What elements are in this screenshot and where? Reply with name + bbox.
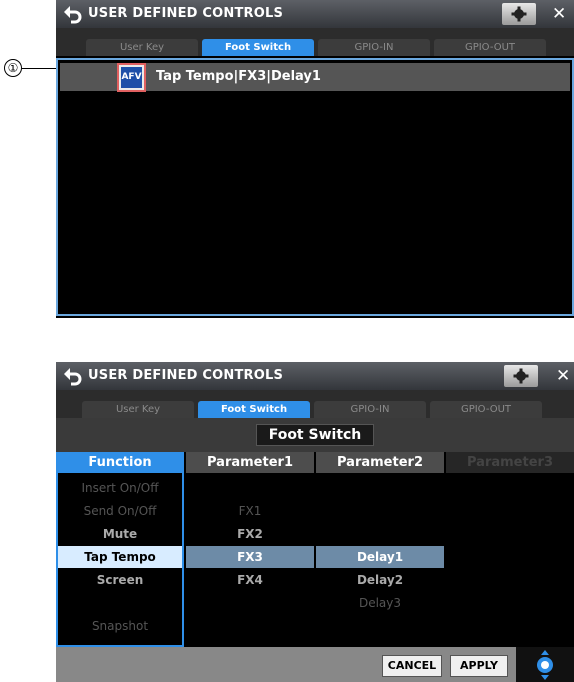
- assignment-list: AFV Tap Tempo|FX3|Delay1: [56, 58, 574, 316]
- tab-user-key[interactable]: User Key: [86, 39, 198, 56]
- parameter1-item-selected[interactable]: FX3: [186, 546, 314, 568]
- editor-screen: USER DEFINED CONTROLS ✕ User Key Foot Sw…: [56, 362, 574, 682]
- function-item[interactable]: Send On/Off: [58, 500, 182, 522]
- close-button[interactable]: ✕: [556, 365, 570, 387]
- afv-badge: AFV: [121, 67, 142, 88]
- function-item[interactable]: Insert On/Off: [58, 477, 182, 499]
- tab-gpio-out[interactable]: GPIO-OUT: [434, 39, 546, 56]
- settings-button[interactable]: [502, 3, 536, 25]
- back-button[interactable]: [62, 3, 84, 25]
- tab-gpio-in[interactable]: GPIO-IN: [318, 39, 430, 56]
- tab-foot-switch[interactable]: Foot Switch: [202, 39, 314, 56]
- parameter2-item-selected[interactable]: Delay1: [316, 546, 444, 568]
- close-icon: ✕: [556, 366, 571, 386]
- parameter1-item[interactable]: FX1: [186, 500, 314, 522]
- close-button[interactable]: ✕: [552, 3, 566, 25]
- column-header-function: Function: [56, 452, 184, 473]
- tab-gpio-out[interactable]: GPIO-OUT: [430, 401, 542, 418]
- function-item[interactable]: Snapshot: [58, 615, 182, 637]
- back-button[interactable]: [62, 365, 84, 387]
- page-title: USER DEFINED CONTROLS: [88, 6, 284, 21]
- list-view-screen: USER DEFINED CONTROLS ✕ User Key Foot Sw…: [56, 0, 574, 318]
- function-item[interactable]: [58, 592, 182, 614]
- assignment-summary: Tap Tempo|FX3|Delay1: [156, 69, 321, 84]
- tab-bar: User Key Foot Switch GPIO-IN GPIO-OUT: [56, 390, 574, 418]
- tab-bar: User Key Foot Switch GPIO-IN GPIO-OUT: [56, 28, 574, 56]
- title-bar: USER DEFINED CONTROLS ✕: [56, 0, 574, 28]
- back-icon: [64, 6, 82, 24]
- parameter-grid: Function Parameter1 Parameter2 Parameter…: [56, 452, 574, 647]
- list-item[interactable]: AFV Tap Tempo|FX3|Delay1: [60, 63, 570, 92]
- parameter2-item[interactable]: Delay2: [316, 569, 444, 591]
- cancel-button[interactable]: CANCEL: [382, 655, 442, 677]
- tab-gpio-in[interactable]: GPIO-IN: [314, 401, 426, 418]
- gear-icon: [511, 6, 527, 22]
- parameter2-item[interactable]: Delay3: [316, 592, 444, 614]
- back-icon: [64, 368, 82, 386]
- function-item-selected[interactable]: Tap Tempo: [58, 546, 182, 568]
- editor-title: Foot Switch: [256, 424, 374, 446]
- title-bar: USER DEFINED CONTROLS ✕: [56, 362, 574, 390]
- column-header-parameter3: Parameter3: [446, 452, 574, 473]
- function-item[interactable]: Screen: [58, 569, 182, 591]
- callout-number: ①: [4, 59, 22, 77]
- tab-foot-switch[interactable]: Foot Switch: [198, 401, 310, 418]
- settings-button[interactable]: [504, 365, 538, 387]
- jog-wheel-button[interactable]: [516, 647, 574, 682]
- action-bar: CANCEL APPLY: [56, 647, 574, 682]
- afv-button[interactable]: AFV: [117, 63, 146, 92]
- column-header-parameter2: Parameter2: [316, 452, 444, 473]
- parameter1-item[interactable]: FX2: [186, 523, 314, 545]
- close-icon: ✕: [552, 4, 567, 24]
- tab-user-key[interactable]: User Key: [82, 401, 194, 418]
- page-title: USER DEFINED CONTROLS: [88, 368, 284, 383]
- jog-wheel-icon: [537, 650, 553, 680]
- parameter1-item[interactable]: FX4: [186, 569, 314, 591]
- function-item[interactable]: Mute: [58, 523, 182, 545]
- apply-button[interactable]: APPLY: [450, 655, 508, 677]
- gear-icon: [513, 368, 529, 384]
- column-header-parameter1: Parameter1: [186, 452, 314, 473]
